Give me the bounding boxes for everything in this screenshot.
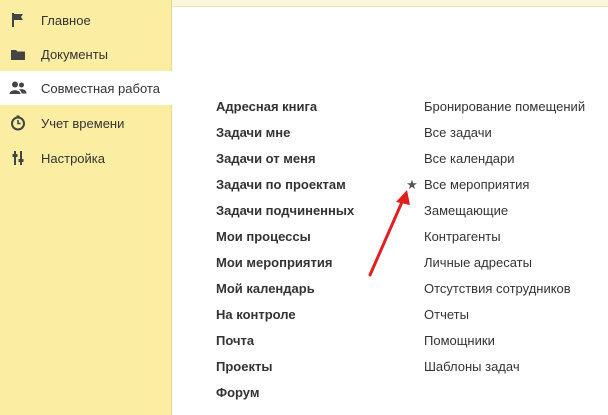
- sidebar: Главное Документы Совместная работа Учет…: [0, 0, 173, 415]
- sidebar-item-main[interactable]: Главное: [0, 3, 172, 37]
- sidebar-item-label: Главное: [41, 12, 91, 28]
- link-tasks-to-me[interactable]: Задачи мне: [216, 120, 290, 146]
- sidebar-item-label: Учет времени: [41, 115, 125, 131]
- sidebar-item-label: Настройка: [41, 150, 105, 166]
- link-reports[interactable]: Отчеты: [424, 302, 469, 328]
- link-projects[interactable]: Проекты: [216, 354, 272, 380]
- link-under-control[interactable]: На контроле: [216, 302, 296, 328]
- link-address-book[interactable]: Адресная книга: [216, 94, 317, 120]
- link-mail[interactable]: Почта: [216, 328, 254, 354]
- users-icon: [9, 79, 27, 97]
- link-counterparties[interactable]: Контрагенты: [424, 224, 501, 250]
- link-all-calendars[interactable]: Все календари: [424, 146, 515, 172]
- link-deputies[interactable]: Замещающие: [424, 198, 508, 224]
- settings-sliders-icon: [9, 149, 27, 167]
- link-forum[interactable]: Форум: [216, 380, 259, 406]
- sidebar-item-documents[interactable]: Документы: [0, 37, 172, 71]
- link-personal-addressees[interactable]: Личные адресаты: [424, 250, 532, 276]
- link-all-tasks[interactable]: Все задачи: [424, 120, 492, 146]
- folder-icon: [9, 45, 27, 63]
- link-all-events[interactable]: Все мероприятия: [424, 172, 529, 198]
- link-task-templates[interactable]: Шаблоны задач: [424, 354, 520, 380]
- sidebar-item-settings[interactable]: Настройка: [0, 141, 172, 175]
- link-my-calendar[interactable]: Мой календарь: [216, 276, 315, 302]
- link-room-booking[interactable]: Бронирование помещений: [424, 94, 585, 120]
- clock-icon: [9, 114, 27, 132]
- link-tasks-from-me[interactable]: Задачи от меня: [216, 146, 316, 172]
- sidebar-item-label: Совместная работа: [41, 80, 160, 96]
- link-subordinate-tasks[interactable]: Задачи подчиненных: [216, 198, 354, 224]
- flag-icon: [9, 11, 27, 29]
- sidebar-item-time-tracking[interactable]: Учет времени: [0, 106, 172, 140]
- link-assistants[interactable]: Помощники: [424, 328, 495, 354]
- sidebar-item-collaboration[interactable]: Совместная работа: [0, 71, 173, 105]
- link-tasks-by-projects[interactable]: Задачи по проектам: [216, 172, 346, 198]
- link-my-processes[interactable]: Мои процессы: [216, 224, 311, 250]
- top-strip: [172, 0, 608, 7]
- link-my-events[interactable]: Мои мероприятия: [216, 250, 332, 276]
- link-employee-absences[interactable]: Отсутствия сотрудников: [424, 276, 571, 302]
- sidebar-item-label: Документы: [41, 46, 109, 62]
- annotation-arrow: [368, 190, 410, 277]
